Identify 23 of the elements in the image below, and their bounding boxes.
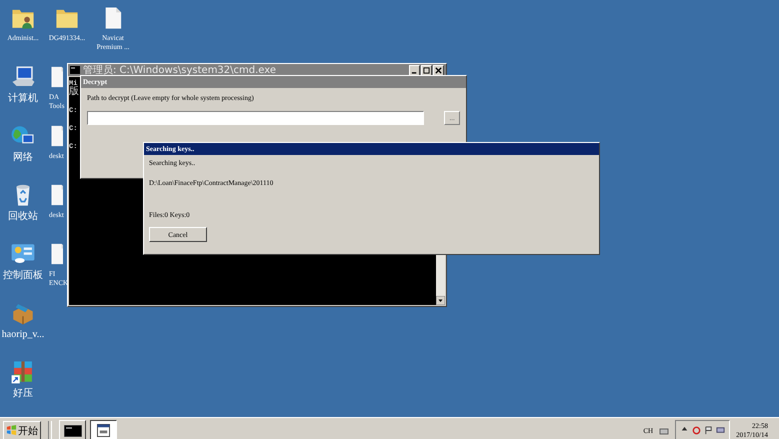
icon-label[interactable]: 计算机 [8, 93, 38, 104]
minimize-button[interactable] [409, 64, 420, 76]
icon-label[interactable]: 控制面板 [3, 270, 43, 281]
icon-label[interactable]: haorip_v... [2, 329, 44, 340]
window-title: 管理员: C:\Windows\system32\cmd.exe [83, 64, 276, 77]
scroll-down-button[interactable] [436, 296, 445, 305]
console-text: 版 [69, 87, 79, 98]
maximize-icon [423, 66, 430, 74]
window-icon [97, 424, 110, 437]
close-icon [435, 66, 442, 74]
console-icon [64, 424, 82, 436]
flag-icon[interactable] [704, 426, 714, 435]
title-bar[interactable]: 管理员: C:\Windows\system32\cmd.exe [68, 64, 446, 76]
icon-label[interactable]: 回收站 [8, 211, 38, 222]
path-input-field[interactable] [87, 111, 424, 125]
windows-flag-icon [6, 425, 17, 436]
console-icon [70, 66, 80, 74]
icon-label[interactable]: 网络 [13, 152, 33, 163]
close-button[interactable] [433, 64, 444, 76]
maximize-button[interactable] [421, 64, 432, 76]
icon-label[interactable]: 好压 [13, 388, 33, 399]
start-button[interactable]: 开始 [3, 420, 41, 439]
taskbar-button[interactable] [90, 420, 117, 439]
